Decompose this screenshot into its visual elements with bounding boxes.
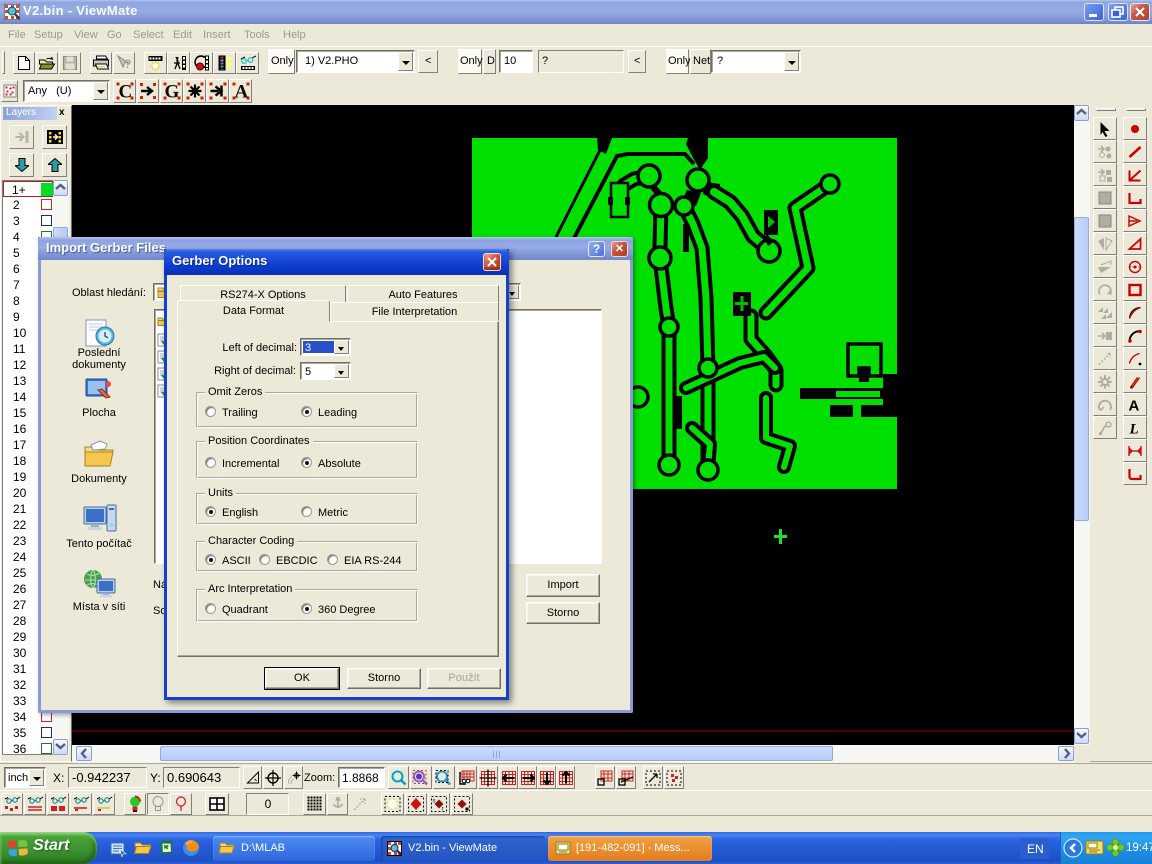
- svg-text:s: s: [433, 799, 436, 805]
- svg-text:C: C: [118, 82, 132, 101]
- svg-text:L: L: [1129, 421, 1139, 435]
- svg-text:A: A: [234, 82, 248, 101]
- svg-text:A: A: [1129, 397, 1140, 412]
- svg-text:G: G: [164, 82, 179, 101]
- svg-text:?: ?: [124, 57, 131, 71]
- svg-text:r: r: [442, 807, 444, 813]
